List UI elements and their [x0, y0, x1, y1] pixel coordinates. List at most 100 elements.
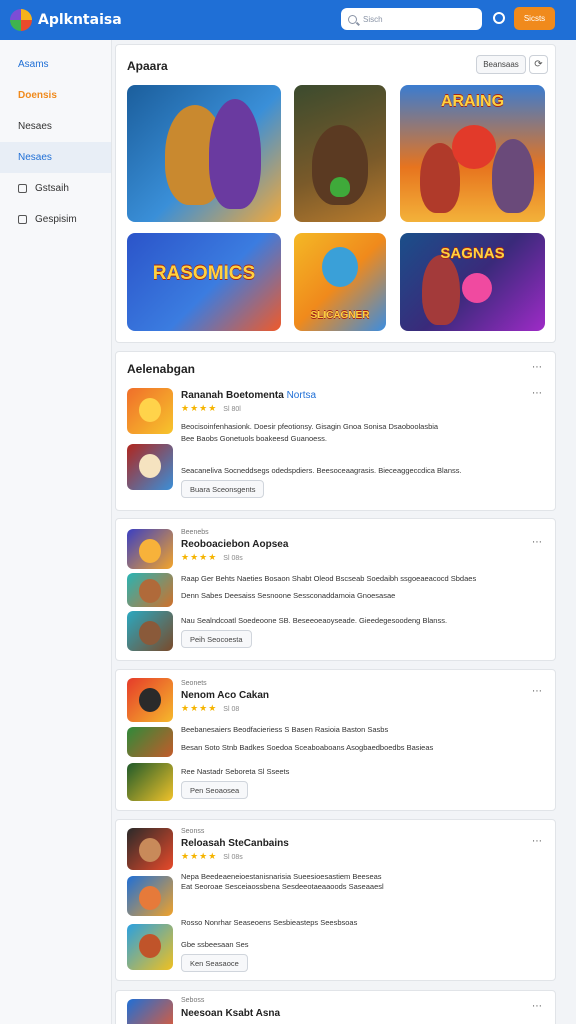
section-caption: Seboss [181, 997, 205, 1004]
app-title-accent: Nortsa [286, 390, 317, 401]
description-line: Seacaneliva Socneddsegs odedspdiers. Bee… [181, 466, 462, 475]
app-thumbnail[interactable] [127, 678, 173, 722]
app-thumbnail[interactable] [127, 529, 173, 569]
primary-action-button[interactable]: Sicsts [514, 7, 555, 30]
app-thumbnail[interactable] [127, 388, 173, 434]
app-list-card: Seonss ⋯ Reloasah SteCanbains ★★★★ Sl 08s… [115, 819, 556, 981]
app-thumbnail[interactable] [127, 763, 173, 801]
description-line: Eat Seoroae Sesceiaossbena Sesdeeotaeaao… [181, 882, 384, 891]
app-title: Nenom Aco Cakan [181, 690, 269, 701]
rating-meta: Sl 08s [223, 854, 243, 861]
description-line: Besan Soto Stnb Badkes Soedoa Sceaboaboa… [181, 743, 434, 752]
app-thumbnail[interactable] [127, 573, 173, 607]
search-input[interactable]: Sisch [341, 8, 482, 30]
more-icon[interactable]: ⋯ [532, 388, 543, 399]
sidebar-item-2[interactable]: Doensis [0, 80, 111, 111]
search-icon [348, 14, 357, 24]
tile-label: SAGNAS [440, 245, 505, 262]
stars-text: ★★★★ [181, 552, 218, 562]
featured-card: Apaara Beansaas ⟳ ARAING RASOMICS SLICAG… [115, 44, 556, 343]
secondary-button[interactable]: Pen Seoaosea [181, 781, 249, 799]
featured-tile[interactable]: SAGNAS [400, 233, 545, 331]
rating-stars: ★★★★ Sl 08s [181, 851, 243, 862]
sidebar-item-label: Asams [18, 59, 49, 70]
sidebar-item-label: Doensis [18, 90, 57, 101]
secondary-button[interactable]: Peih Seocoesta [181, 630, 252, 648]
tile-label: ARAING [440, 93, 505, 110]
app-thumbnail[interactable] [127, 924, 173, 970]
description-line: Ree Nastadr Seboreta Sl Sseets [181, 767, 290, 776]
description-line: Denn Sabes Deesaiss Sesnoone Sessconadda… [181, 591, 396, 600]
app-title-text: Rananah Boetomenta [181, 390, 284, 401]
description-line: Rosso Nonrhar Seaseoens Sesbieasteps See… [181, 918, 358, 927]
stars-text: ★★★★ [181, 703, 218, 713]
search-placeholder: Sisch [363, 14, 383, 24]
more-icon[interactable]: ⋯ [532, 362, 543, 373]
app-thumbnail[interactable] [127, 611, 173, 651]
featured-tile[interactable] [294, 85, 386, 222]
app-title: Aplkntaisa [38, 12, 122, 28]
more-icon[interactable]: ⋯ [532, 537, 543, 548]
featured-tile[interactable]: RASOMICS [127, 233, 281, 331]
description-line: Nepa Beedeaeneioestanisnarisia Sueesioes… [181, 872, 382, 881]
description-line: Raap Ger Behts Naeties Bosaon Shabt Oleo… [181, 574, 477, 583]
section-caption: Seonss [181, 828, 205, 835]
app-thumbnail[interactable] [127, 999, 173, 1024]
rating-meta: Sl 08 [223, 706, 240, 713]
box-icon [18, 184, 27, 193]
rating-stars: ★★★★ Sl 08 [181, 703, 239, 714]
section-caption: Seonets [181, 680, 207, 687]
stars-text: ★★★★ [181, 403, 218, 413]
app-list-card: Seonets ⋯ Nenom Aco Cakan ★★★★ Sl 08 Beeb… [115, 669, 556, 811]
filter-button[interactable]: Beansaas [476, 55, 526, 74]
sidebar-item-3[interactable]: Nesaes [0, 111, 111, 142]
app-title: Rananah Boetomenta Nortsa [181, 390, 316, 401]
more-icon[interactable]: ⋯ [532, 1001, 543, 1012]
more-icon[interactable]: ⋯ [532, 686, 543, 697]
app-list-card: Beenebs ⋯ Reoboaciebon Aopsea ★★★★ Sl 08s… [115, 518, 556, 661]
app-thumbnail[interactable] [127, 876, 173, 916]
app-thumbnail[interactable] [127, 444, 173, 490]
sidebar-item-label: Nesaes [18, 121, 52, 132]
featured-tile[interactable]: SLICAGNER [294, 233, 386, 331]
description-line: Nau Sealndcoatl Soedeoone SB. Beseeoeaoy… [181, 616, 448, 625]
lock-icon [18, 215, 27, 224]
featured-tile[interactable]: ARAING [400, 85, 545, 222]
description-line: Gbe ssbeesaan Ses [181, 940, 249, 949]
sidebar-item-label: Gespisim [35, 214, 77, 225]
refresh-icon[interactable]: ⟳ [529, 55, 548, 74]
app-list-card: Seboss ⋯ Neesoan Ksabt Asna [115, 990, 556, 1024]
sidebar-item-4[interactable]: Nesaes [0, 142, 111, 173]
tile-label: RASOMICS [152, 263, 256, 284]
notification-icon[interactable] [493, 12, 505, 24]
secondary-button[interactable]: Buara Sceonsgents [181, 480, 265, 498]
sidebar-item-label: Gstsaih [35, 183, 69, 194]
sidebar-item-6[interactable]: Gespisim [0, 204, 111, 235]
tile-label: SLICAGNER [310, 310, 370, 321]
app-logo-icon[interactable] [10, 9, 32, 31]
app-title: Reoboaciebon Aopsea [181, 539, 289, 550]
app-title: Neesoan Ksabt Asna [181, 1008, 281, 1019]
app-thumbnail[interactable] [127, 828, 173, 870]
rating-meta: Sl 08s [223, 555, 243, 562]
sidebar-item-1[interactable]: Asams [0, 49, 111, 80]
app-title: Reloasah SteCanbains [181, 838, 289, 849]
description-line: Bee Baobs Gonetuols boakeesd Guanoess. [181, 434, 327, 443]
section-heading: Aelenabgan [127, 362, 196, 376]
sidebar: Asams Doensis Nesaes Nesaes Gstsaih Gesp… [0, 40, 112, 1024]
rating-stars: ★★★★ Sl 80l [181, 403, 241, 414]
description-line: Beocisoinfenhasionk. Doesir pfeotionsy. … [181, 422, 439, 431]
app-list-card: Aelenabgan ⋯ Rananah Boetomenta Nortsa ⋯… [115, 351, 556, 511]
app-thumbnail[interactable] [127, 727, 173, 757]
description-line: Beebanesaiers Beodfacieriess S Basen Ras… [181, 725, 389, 734]
sidebar-item-5[interactable]: Gstsaih [0, 173, 111, 204]
sidebar-item-label: Nesaes [18, 152, 52, 163]
stars-text: ★★★★ [181, 851, 218, 861]
section-caption: Beenebs [181, 529, 209, 536]
featured-title: Apaara [127, 59, 168, 73]
rating-stars: ★★★★ Sl 08s [181, 552, 243, 563]
featured-tile[interactable] [127, 85, 281, 222]
top-bar: Aplkntaisa Sisch Sicsts [0, 0, 576, 40]
more-icon[interactable]: ⋯ [532, 836, 543, 847]
secondary-button[interactable]: Ken Seasaoce [181, 954, 248, 972]
